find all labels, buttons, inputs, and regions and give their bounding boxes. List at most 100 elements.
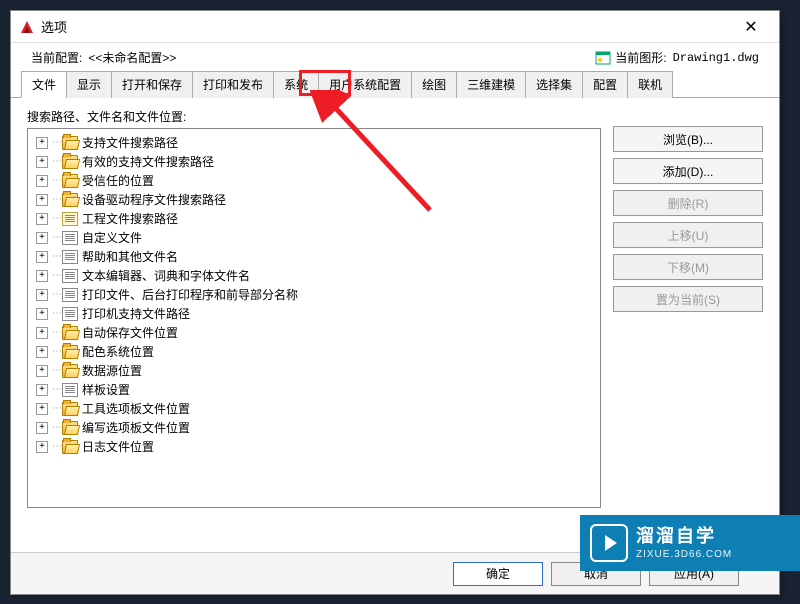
tree-item[interactable]: +⋯编写选项板文件位置 [30, 418, 598, 437]
tree-connector: ⋯ [52, 156, 60, 167]
setcurrent-button[interactable]: 置为当前(S) [613, 286, 763, 312]
tree-connector: ⋯ [52, 232, 60, 243]
tree-connector: ⋯ [52, 308, 60, 319]
expander-icon[interactable]: + [36, 403, 48, 415]
folder-open-icon [62, 136, 78, 150]
expander-icon[interactable]: + [36, 384, 48, 396]
tree-item-label: 打印机支持文件路径 [82, 305, 190, 322]
tab-drafting[interactable]: 绘图 [411, 71, 457, 98]
tree-item-label: 样板设置 [82, 381, 130, 398]
document-icon [62, 231, 78, 245]
moveup-button[interactable]: 上移(U) [613, 222, 763, 248]
window-title: 选项 [41, 17, 67, 36]
folder-open-icon [62, 193, 78, 207]
tree-item[interactable]: +⋯日志文件位置 [30, 437, 598, 456]
tree-connector: ⋯ [52, 346, 60, 357]
tree-connector: ⋯ [52, 422, 60, 433]
tree-label: 搜索路径、文件名和文件位置: [27, 108, 601, 125]
expander-icon[interactable]: + [36, 327, 48, 339]
movedown-button[interactable]: 下移(M) [613, 254, 763, 280]
expander-icon[interactable]: + [36, 308, 48, 320]
tree-item[interactable]: +⋯工程文件搜索路径 [30, 209, 598, 228]
watermark: 溜溜自学 ZIXUE.3D66.COM [580, 515, 800, 571]
expander-icon[interactable]: + [36, 365, 48, 377]
expander-icon[interactable]: + [36, 251, 48, 263]
expander-icon[interactable]: + [36, 441, 48, 453]
browse-button[interactable]: 浏览(B)... [613, 126, 763, 152]
expander-icon[interactable]: + [36, 137, 48, 149]
tab-display[interactable]: 显示 [66, 71, 112, 98]
tab-print-publish[interactable]: 打印和发布 [192, 71, 274, 98]
tree-item[interactable]: + ⋯ 配色系统位置 [30, 342, 598, 361]
tab-profiles[interactable]: 配置 [582, 71, 628, 98]
tree-item[interactable]: +⋯帮助和其他文件名 [30, 247, 598, 266]
tree-item-label: 打印文件、后台打印程序和前导部分名称 [82, 286, 298, 303]
tab-label: 打开和保存 [122, 78, 182, 92]
tab-user-prefs[interactable]: 用户系统配置 [318, 71, 412, 98]
close-button[interactable]: ✕ [731, 13, 771, 41]
tree-item[interactable]: +⋯有效的支持文件搜索路径 [30, 152, 598, 171]
document-icon [62, 307, 78, 321]
expander-icon[interactable]: + [36, 422, 48, 434]
tab-3d-modeling[interactable]: 三维建模 [456, 71, 526, 98]
tab-system[interactable]: 系统 [273, 71, 319, 98]
ok-button[interactable]: 确定 [453, 562, 543, 586]
expander-icon[interactable]: + [36, 232, 48, 244]
tab-label: 配置 [593, 78, 617, 92]
folder-open-icon [62, 402, 78, 416]
expander-icon[interactable]: + [36, 175, 48, 187]
tree-item-label: 工程文件搜索路径 [82, 210, 178, 227]
expander-icon[interactable]: + [36, 289, 48, 301]
tree-item[interactable]: +⋯文本编辑器、词典和字体文件名 [30, 266, 598, 285]
expander-icon[interactable]: + [36, 346, 48, 358]
watermark-play-icon [590, 524, 628, 562]
expander-icon[interactable]: + [36, 156, 48, 168]
tree-item[interactable]: +⋯受信任的位置 [30, 171, 598, 190]
header-row: 当前配置: <<未命名配置>> 当前图形: Drawing1.dwg [11, 43, 779, 70]
tree-item[interactable]: +⋯支持文件搜索路径 [30, 133, 598, 152]
folder-open-icon [62, 440, 78, 454]
folder-open-icon [62, 174, 78, 188]
tree-item-label: 数据源位置 [82, 362, 142, 379]
tab-open-save[interactable]: 打开和保存 [111, 71, 193, 98]
tab-label: 选择集 [536, 78, 572, 92]
tree-item-label: 配色系统位置 [82, 343, 154, 360]
tab-label: 显示 [77, 78, 101, 92]
expander-icon[interactable]: + [36, 194, 48, 206]
titlebar: 选项 ✕ [11, 11, 779, 43]
tree-item-label: 日志文件位置 [82, 438, 154, 455]
tree-item[interactable]: +⋯工具选项板文件位置 [30, 399, 598, 418]
folder-open-icon [62, 364, 78, 378]
app-icon [19, 19, 35, 35]
tree-item[interactable]: +⋯自动保存文件位置 [30, 323, 598, 342]
tree-item[interactable]: +⋯数据源位置 [30, 361, 598, 380]
tree-item-label: 设备驱动程序文件搜索路径 [82, 191, 226, 208]
tree-item[interactable]: +⋯自定义文件 [30, 228, 598, 247]
tab-label: 联机 [638, 78, 662, 92]
tree-item[interactable]: + ⋯ 打印机支持文件路径 [30, 304, 598, 323]
tree-item-label: 帮助和其他文件名 [82, 248, 178, 265]
tab-selection[interactable]: 选择集 [525, 71, 583, 98]
tab-label: 用户系统配置 [329, 78, 401, 92]
drawing-icon [595, 50, 611, 66]
folder-open-icon [62, 345, 78, 359]
tree-connector: ⋯ [52, 289, 60, 300]
tab-label: 打印和发布 [203, 78, 263, 92]
tree-connector: ⋯ [52, 137, 60, 148]
delete-button[interactable]: 删除(R) [613, 190, 763, 216]
expander-icon[interactable]: + [36, 270, 48, 282]
add-button[interactable]: 添加(D)... [613, 158, 763, 184]
tab-files[interactable]: 文件 [21, 71, 67, 98]
tab-strip: 文件 显示 打开和保存 打印和发布 系统 用户系统配置 绘图 三维建模 选择集 … [11, 70, 779, 98]
tab-online[interactable]: 联机 [627, 71, 673, 98]
tree-item[interactable]: +⋯设备驱动程序文件搜索路径 [30, 190, 598, 209]
document-icon [62, 250, 78, 264]
expander-icon[interactable]: + [36, 213, 48, 225]
tree-item-label: 自动保存文件位置 [82, 324, 178, 341]
document-icon [62, 288, 78, 302]
document-icon [62, 212, 78, 226]
tree-view[interactable]: +⋯支持文件搜索路径+⋯有效的支持文件搜索路径+⋯受信任的位置+⋯设备驱动程序文… [27, 128, 601, 508]
tree-item[interactable]: + ⋯ 打印文件、后台打印程序和前导部分名称 [30, 285, 598, 304]
tree-item[interactable]: +⋯样板设置 [30, 380, 598, 399]
document-icon [62, 269, 78, 283]
